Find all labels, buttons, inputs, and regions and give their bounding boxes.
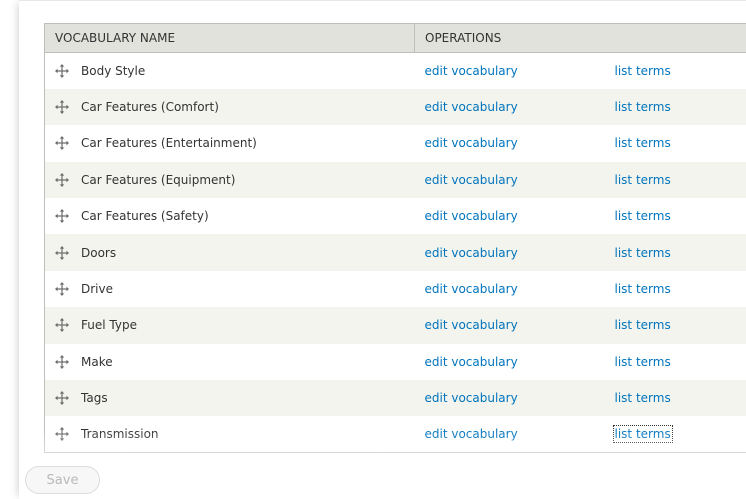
edit-cell: edit vocabulary bbox=[415, 198, 605, 234]
header-operations: OPERATIONS bbox=[415, 24, 746, 53]
drag-handle-icon[interactable] bbox=[55, 427, 69, 441]
vocabulary-name: Body Style bbox=[81, 64, 145, 78]
vocabulary-name: Fuel Type bbox=[81, 318, 137, 332]
edit-vocabulary-link[interactable]: edit vocabulary bbox=[425, 282, 518, 296]
table-row: Car Features (Comfort) edit vocabulary lis… bbox=[45, 89, 746, 125]
vocabulary-name-cell: Fuel Type bbox=[45, 307, 415, 343]
vocabulary-name-cell: Doors bbox=[45, 234, 415, 270]
vocabulary-name-cell: Make bbox=[45, 344, 415, 380]
list-terms-cell: list terms bbox=[605, 380, 746, 416]
table-row: Car Features (Safety) edit vocabulary list… bbox=[45, 198, 746, 234]
edit-cell: edit vocabulary bbox=[415, 307, 605, 343]
list-terms-cell: list terms bbox=[605, 271, 746, 307]
vocabulary-name: Car Features (Safety) bbox=[81, 209, 209, 223]
edit-vocabulary-link[interactable]: edit vocabulary bbox=[425, 136, 518, 150]
edit-vocabulary-link[interactable]: edit vocabulary bbox=[425, 427, 518, 441]
edit-cell: edit vocabulary bbox=[415, 125, 605, 161]
list-terms-link[interactable]: list terms bbox=[615, 173, 671, 187]
vocabulary-name: Car Features (Entertainment) bbox=[81, 136, 257, 150]
edit-vocabulary-link[interactable]: edit vocabulary bbox=[425, 209, 518, 223]
edit-vocabulary-link[interactable]: edit vocabulary bbox=[425, 391, 518, 405]
vocabulary-name-cell: Car Features (Safety) bbox=[45, 198, 415, 234]
drag-handle-icon[interactable] bbox=[55, 136, 69, 150]
list-terms-link[interactable]: list terms bbox=[615, 427, 671, 441]
list-terms-cell: list terms bbox=[605, 234, 746, 270]
edit-vocabulary-link[interactable]: edit vocabulary bbox=[425, 318, 518, 332]
edit-cell: edit vocabulary bbox=[415, 344, 605, 380]
vocabulary-name: Make bbox=[81, 355, 113, 369]
list-terms-cell: list terms bbox=[605, 162, 746, 198]
edit-vocabulary-link[interactable]: edit vocabulary bbox=[425, 355, 518, 369]
drag-handle-icon[interactable] bbox=[55, 391, 69, 405]
list-terms-cell: list terms bbox=[605, 89, 746, 125]
list-terms-link[interactable]: list terms bbox=[615, 318, 671, 332]
list-terms-link[interactable]: list terms bbox=[615, 391, 671, 405]
vocabulary-name: Tags bbox=[81, 391, 108, 405]
list-terms-link[interactable]: list terms bbox=[615, 100, 671, 114]
edit-cell: edit vocabulary bbox=[415, 89, 605, 125]
edit-cell: edit vocabulary bbox=[415, 53, 605, 89]
table-row: Make edit vocabulary list terms bbox=[45, 344, 746, 380]
table-row: Doors edit vocabulary list terms bbox=[45, 234, 746, 270]
drag-handle-icon[interactable] bbox=[55, 173, 69, 187]
edit-cell: edit vocabulary bbox=[415, 416, 605, 452]
list-terms-link[interactable]: list terms bbox=[615, 136, 671, 150]
list-terms-cell: list terms bbox=[605, 198, 746, 234]
drag-handle-icon[interactable] bbox=[55, 209, 69, 223]
list-terms-link[interactable]: list terms bbox=[615, 355, 671, 369]
list-terms-link[interactable]: list terms bbox=[615, 282, 671, 296]
vocabulary-name-cell: Car Features (Comfort) bbox=[45, 89, 415, 125]
vocabulary-name: Drive bbox=[81, 282, 113, 296]
list-terms-cell: list terms bbox=[605, 53, 746, 89]
list-terms-cell: list terms bbox=[605, 416, 746, 452]
table-row: Car Features (Equipment) edit vocabulary l… bbox=[45, 162, 746, 198]
vocabulary-name: Doors bbox=[81, 246, 116, 260]
drag-handle-icon[interactable] bbox=[55, 100, 69, 114]
drag-handle-icon[interactable] bbox=[55, 246, 69, 260]
header-vocabulary-name: VOCABULARY NAME bbox=[45, 24, 415, 53]
edit-cell: edit vocabulary bbox=[415, 271, 605, 307]
list-terms-cell: list terms bbox=[605, 307, 746, 343]
vocabulary-name-cell: Tags bbox=[45, 380, 415, 416]
drag-handle-icon[interactable] bbox=[55, 282, 69, 296]
vocabulary-name-cell: Car Features (Entertainment) bbox=[45, 125, 415, 161]
list-terms-link[interactable]: list terms bbox=[615, 64, 671, 78]
vocabulary-name-cell: Transmission bbox=[45, 416, 415, 452]
edit-cell: edit vocabulary bbox=[415, 162, 605, 198]
table-row: Body Style edit vocabulary list terms bbox=[45, 53, 746, 89]
edit-vocabulary-link[interactable]: edit vocabulary bbox=[425, 173, 518, 187]
vocabulary-name: Transmission bbox=[81, 427, 159, 441]
list-terms-link[interactable]: list terms bbox=[615, 246, 671, 260]
vocabulary-table: VOCABULARY NAME OPERATIONS Body Style edi… bbox=[44, 23, 746, 453]
edit-vocabulary-link[interactable]: edit vocabulary bbox=[425, 246, 518, 260]
edit-cell: edit vocabulary bbox=[415, 234, 605, 270]
vocabulary-name: Car Features (Comfort) bbox=[81, 100, 219, 114]
table-row: Fuel Type edit vocabulary list terms bbox=[45, 307, 746, 343]
drag-handle-icon[interactable] bbox=[55, 355, 69, 369]
list-terms-cell: list terms bbox=[605, 125, 746, 161]
content-panel: VOCABULARY NAME OPERATIONS Body Style edi… bbox=[19, 0, 746, 499]
vocabulary-name-cell: Body Style bbox=[45, 53, 415, 89]
table-row: Drive edit vocabulary list terms bbox=[45, 271, 746, 307]
vocabulary-name: Car Features (Equipment) bbox=[81, 173, 235, 187]
table-row: Car Features (Entertainment) edit vocabul… bbox=[45, 125, 746, 161]
list-terms-cell: list terms bbox=[605, 344, 746, 380]
table-body: Body Styleedit vocabularylist termsCar F… bbox=[45, 53, 746, 453]
vocabulary-name-cell: Drive bbox=[45, 271, 415, 307]
edit-vocabulary-link[interactable]: edit vocabulary bbox=[425, 64, 518, 78]
vocabulary-name-cell: Car Features (Equipment) bbox=[45, 162, 415, 198]
list-terms-link[interactable]: list terms bbox=[615, 209, 671, 223]
table-header-row: VOCABULARY NAME OPERATIONS bbox=[45, 24, 746, 53]
edit-vocabulary-link[interactable]: edit vocabulary bbox=[425, 100, 518, 114]
table-row: Transmission edit vocabulary list terms bbox=[45, 416, 746, 452]
table-row: Tags edit vocabulary list terms bbox=[45, 380, 746, 416]
save-button[interactable]: Save bbox=[25, 466, 100, 494]
drag-handle-icon[interactable] bbox=[55, 64, 69, 78]
drag-handle-icon[interactable] bbox=[55, 318, 69, 332]
edit-cell: edit vocabulary bbox=[415, 380, 605, 416]
